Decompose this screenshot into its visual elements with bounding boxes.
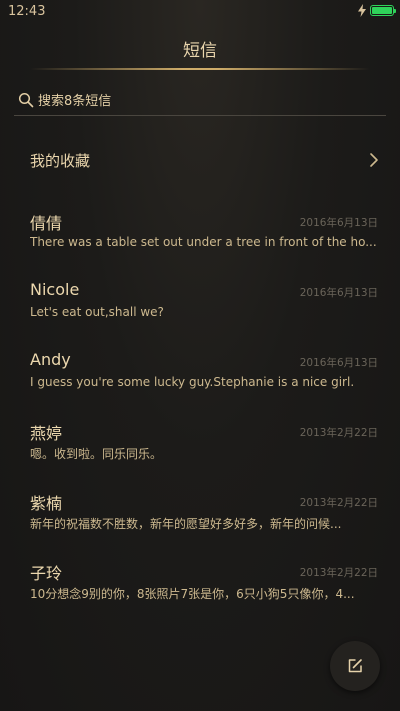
compose-button[interactable] xyxy=(330,641,380,691)
message-item[interactable]: 倩倩 2016年6月13日 There was a table set out … xyxy=(0,200,400,270)
message-date: 2013年2月22日 xyxy=(299,497,378,509)
message-preview: Let's eat out,shall we? xyxy=(30,305,164,319)
status-indicators xyxy=(358,4,396,17)
message-preview: 新年的祝福数不胜数，新年的愿望好多好多，新年的问候... xyxy=(30,517,342,531)
compose-icon xyxy=(348,659,362,673)
search-input[interactable]: 搜索8条短信 xyxy=(14,84,386,116)
message-item[interactable]: Nicole 2016年6月13日 Let's eat out,shall we… xyxy=(0,270,400,340)
page-title: 短信 xyxy=(183,41,217,61)
favorites-row[interactable]: 我的收藏 xyxy=(0,132,400,188)
message-sender: 子玲 xyxy=(30,564,63,583)
message-item[interactable]: Andy 2016年6月13日 I guess you're some luck… xyxy=(0,340,400,410)
message-sender: Andy xyxy=(30,350,71,369)
chevron-right-icon xyxy=(370,153,378,167)
favorites-label: 我的收藏 xyxy=(30,151,91,170)
message-date: 2016年6月13日 xyxy=(299,217,378,229)
message-date: 2016年6月13日 xyxy=(299,357,378,369)
message-date: 2016年6月13日 xyxy=(299,287,378,299)
message-date: 2013年2月22日 xyxy=(299,427,378,439)
message-sender: 倩倩 xyxy=(30,214,63,233)
search-icon xyxy=(18,92,34,107)
messages-screen: 12:43 短信 搜索8条短信 我的收藏 倩倩 2016年6月13日 There… xyxy=(0,0,400,711)
message-item[interactable]: 子玲 2013年2月22日 10分想念9别的你，8张照片7张是你，6只小狗5只像… xyxy=(0,550,400,620)
search-placeholder: 搜索8条短信 xyxy=(38,94,112,109)
message-sender: 燕婷 xyxy=(30,424,63,443)
message-preview: 10分想念9别的你，8张照片7张是你，6只小狗5只像你，4... xyxy=(30,587,355,601)
charging-bolt-icon xyxy=(358,4,366,17)
message-preview: There was a table set out under a tree i… xyxy=(30,235,377,249)
title-divider xyxy=(30,68,370,70)
message-preview: I guess you're some lucky guy.Stephanie … xyxy=(30,375,355,389)
message-list: 倩倩 2016年6月13日 There was a table set out … xyxy=(0,200,400,620)
status-bar: 12:43 xyxy=(0,0,400,22)
message-item[interactable]: 紫楠 2013年2月22日 新年的祝福数不胜数，新年的愿望好多好多，新年的问候.… xyxy=(0,480,400,550)
message-date: 2013年2月22日 xyxy=(299,567,378,579)
message-sender: Nicole xyxy=(30,280,80,299)
battery-icon xyxy=(370,5,396,16)
battery-level-fill xyxy=(372,7,392,14)
status-time: 12:43 xyxy=(8,4,46,19)
message-item[interactable]: 燕婷 2013年2月22日 嗯。收到啦。同乐同乐。 xyxy=(0,410,400,480)
message-preview: 嗯。收到啦。同乐同乐。 xyxy=(30,447,163,461)
message-sender: 紫楠 xyxy=(30,494,63,513)
